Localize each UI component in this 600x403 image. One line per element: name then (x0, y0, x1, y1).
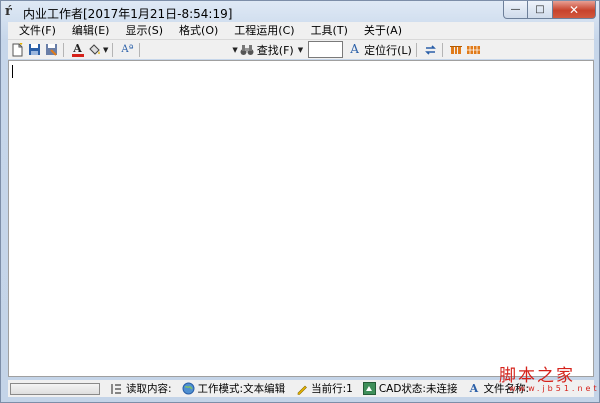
maximize-icon: □ (535, 4, 545, 15)
goto-line-input[interactable] (308, 41, 344, 58)
text-editor-area[interactable] (8, 60, 594, 377)
new-file-icon[interactable] (10, 42, 25, 57)
goto-line-button[interactable]: 定位行(L) (364, 42, 412, 58)
close-icon: ✕ (568, 2, 580, 17)
toolbar-separator (441, 42, 443, 57)
app-window: ŕ 内业工作者[2017年1月21日-8:54:19] — □ ✕ 文件(F) … (0, 0, 600, 403)
font-color-glyph: A (73, 41, 82, 55)
minimize-button[interactable]: — (503, 1, 528, 19)
menu-engineering[interactable]: 工程运用(C) (226, 22, 302, 40)
file-name-icon: A (469, 382, 479, 395)
menu-tools[interactable]: 工具(T) (303, 22, 356, 40)
read-content-label: 读取内容: (126, 383, 172, 395)
cad-icon (362, 382, 376, 395)
maximize-button[interactable]: □ (528, 1, 553, 19)
list-icon (110, 382, 123, 395)
font-color-swatch (71, 53, 84, 57)
cad-status-label: CAD状态:未连接 (378, 383, 458, 395)
save-as-icon[interactable] (44, 42, 59, 57)
fill-dropdown-icon[interactable]: ▼ (103, 46, 108, 54)
menu-format[interactable]: 格式(O) (171, 22, 226, 40)
status-cad: CAD状态:未连接 (362, 381, 458, 396)
save-icon[interactable] (27, 42, 42, 57)
window-title: 内业工作者[2017年1月21日-8:54:19] (23, 7, 233, 21)
goto-line-icon[interactable]: A (347, 42, 362, 57)
status-work-mode: 工作模式:文本编辑 (182, 381, 286, 396)
pencil-icon (295, 382, 308, 395)
find-options-dropdown-icon[interactable]: ▼ (298, 46, 303, 54)
toolbar: A ▼ Aª ▼ 查找(F) ▼ A 定位行(L) (8, 40, 594, 59)
menu-view[interactable]: 显示(S) (117, 22, 171, 40)
watermark-url: www.jb51.net (509, 384, 600, 393)
find-button[interactable]: 查找(F) (257, 42, 294, 58)
fill-icon[interactable] (87, 42, 102, 57)
minimize-icon: — (510, 4, 521, 15)
find-dropdown-icon[interactable]: ▼ (232, 46, 237, 54)
toolbar-separator (415, 42, 417, 57)
swap-icon[interactable] (423, 42, 438, 57)
toolbar-separator (139, 42, 141, 57)
font-size-icon[interactable]: Aª (119, 42, 135, 57)
binoculars-icon[interactable] (240, 42, 255, 57)
menu-edit[interactable]: 编辑(E) (64, 22, 118, 40)
progress-bar (10, 382, 100, 395)
text-cursor (12, 65, 13, 78)
font-color-icon[interactable]: A (70, 42, 85, 57)
work-mode-label: 工作模式:文本编辑 (197, 383, 286, 395)
menu-bar: 文件(F) 编辑(E) 显示(S) 格式(O) 工程运用(C) 工具(T) 关于… (8, 22, 594, 40)
menu-file[interactable]: 文件(F) (8, 22, 64, 40)
toolbar-separator (112, 42, 114, 57)
watermark-title: 脚本之家 (499, 366, 575, 386)
status-read-content: 读取内容: (110, 381, 172, 396)
current-line-label: 当前行:1 (311, 383, 353, 395)
bar-chart-icon[interactable] (449, 42, 464, 57)
menu-about[interactable]: 关于(A) (356, 22, 410, 40)
app-logo-icon: ŕ (5, 4, 12, 19)
status-current-line: 当前行:1 (295, 381, 353, 396)
window-controls: — □ ✕ (503, 1, 596, 19)
title-bar[interactable]: ŕ 内业工作者[2017年1月21日-8:54:19] — □ ✕ (1, 1, 599, 23)
watermark-logo: 脚本之家 www.jb51.net (499, 361, 597, 397)
grid-icon[interactable] (466, 42, 481, 57)
close-button[interactable]: ✕ (553, 1, 596, 19)
toolbar-separator (63, 42, 64, 57)
globe-icon (182, 382, 195, 395)
